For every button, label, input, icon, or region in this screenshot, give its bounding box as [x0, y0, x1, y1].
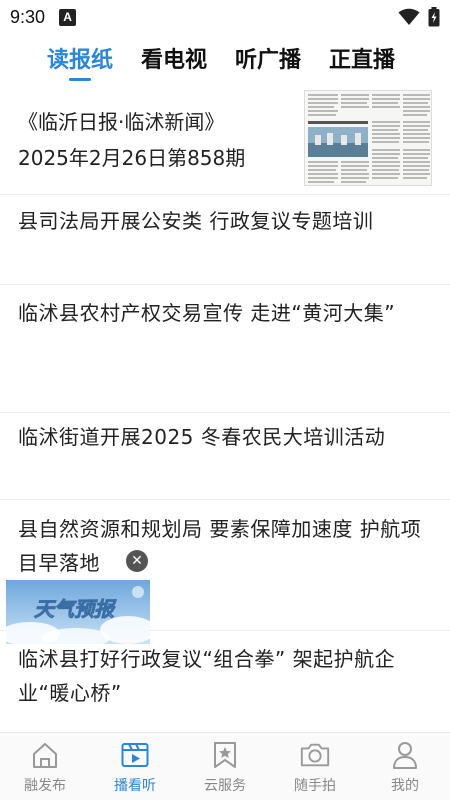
nav-label: 播看听 — [114, 778, 156, 794]
user-icon — [389, 739, 421, 771]
status-icons — [398, 7, 440, 27]
divider — [0, 412, 450, 413]
news-title: 临沭县农村产权交易宣传 走进“黄河大集” — [18, 301, 396, 325]
news-title: 临沭街道开展2025 冬春农民大培训活动 — [18, 425, 386, 449]
tab-read-newspaper[interactable]: 读报纸 — [47, 42, 113, 81]
nav-item-cloud-service[interactable]: 云服务 — [180, 733, 270, 800]
tab-watch-tv[interactable]: 看电视 — [141, 42, 207, 74]
wifi-icon — [398, 8, 420, 25]
newspaper-title: 《临沂日报·临沭新闻》 — [18, 110, 225, 134]
notification-a-icon: A — [59, 8, 77, 26]
home-icon — [29, 739, 61, 771]
nav-label: 云服务 — [204, 778, 246, 794]
tab-live[interactable]: 正直播 — [329, 42, 395, 74]
news-item[interactable]: 县自然资源和规划局 要素保障加速度 护航项目早落地 — [0, 512, 450, 580]
newspaper-card[interactable]: 《临沂日报·临沭新闻》 2025年2月26日第858期 — [0, 86, 450, 194]
nav-item-mine[interactable]: 我的 — [360, 733, 450, 800]
divider — [0, 194, 450, 195]
news-title: 临沭县打好行政复议“组合拳” 架起护航企业“暖心桥” — [18, 647, 396, 705]
weather-forecast-label: 天气预报 — [34, 597, 117, 621]
divider — [0, 499, 450, 500]
media-tabs: 读报纸 看电视 听广播 正直播 — [0, 34, 450, 82]
tab-listen-radio[interactable]: 听广播 — [235, 42, 301, 74]
news-item[interactable]: 临沭县农村产权交易宣传 走进“黄河大集” — [0, 296, 450, 330]
video-icon — [119, 739, 151, 771]
camera-icon — [299, 739, 331, 771]
news-item[interactable]: 县司法局开展公安类 行政复议专题培训 — [0, 204, 450, 238]
news-title: 县自然资源和规划局 要素保障加速度 护航项目早落地 — [18, 517, 422, 575]
divider — [0, 284, 450, 285]
news-title: 县司法局开展公安类 行政复议专题培训 — [18, 209, 374, 233]
bottom-nav: 融发布 播看听 云服务 随手拍 我的 — [0, 732, 450, 800]
close-icon[interactable]: ✕ — [126, 550, 148, 572]
news-item[interactable]: 临沭街道开展2025 冬春农民大培训活动 — [0, 420, 450, 454]
battery-icon — [428, 7, 440, 27]
status-time: 9:30 — [10, 6, 46, 27]
newspaper-thumbnail[interactable] — [304, 90, 432, 186]
status-bar: 9:30 A — [0, 0, 450, 34]
nav-item-release[interactable]: 融发布 — [0, 733, 90, 800]
bookmark-star-icon — [209, 739, 241, 771]
nav-label: 我的 — [391, 778, 419, 794]
nav-item-snapshot[interactable]: 随手拍 — [270, 733, 360, 800]
nav-item-play-watch-listen[interactable]: 播看听 — [90, 733, 180, 800]
newspaper-issue-date: 2025年2月26日第858期 — [18, 146, 246, 170]
nav-label: 随手拍 — [294, 778, 336, 794]
weather-forecast-float[interactable]: 天气预报 — [0, 580, 156, 648]
news-item[interactable]: 临沭县打好行政复议“组合拳” 架起护航企业“暖心桥” — [0, 642, 450, 710]
nav-label: 融发布 — [24, 778, 66, 794]
